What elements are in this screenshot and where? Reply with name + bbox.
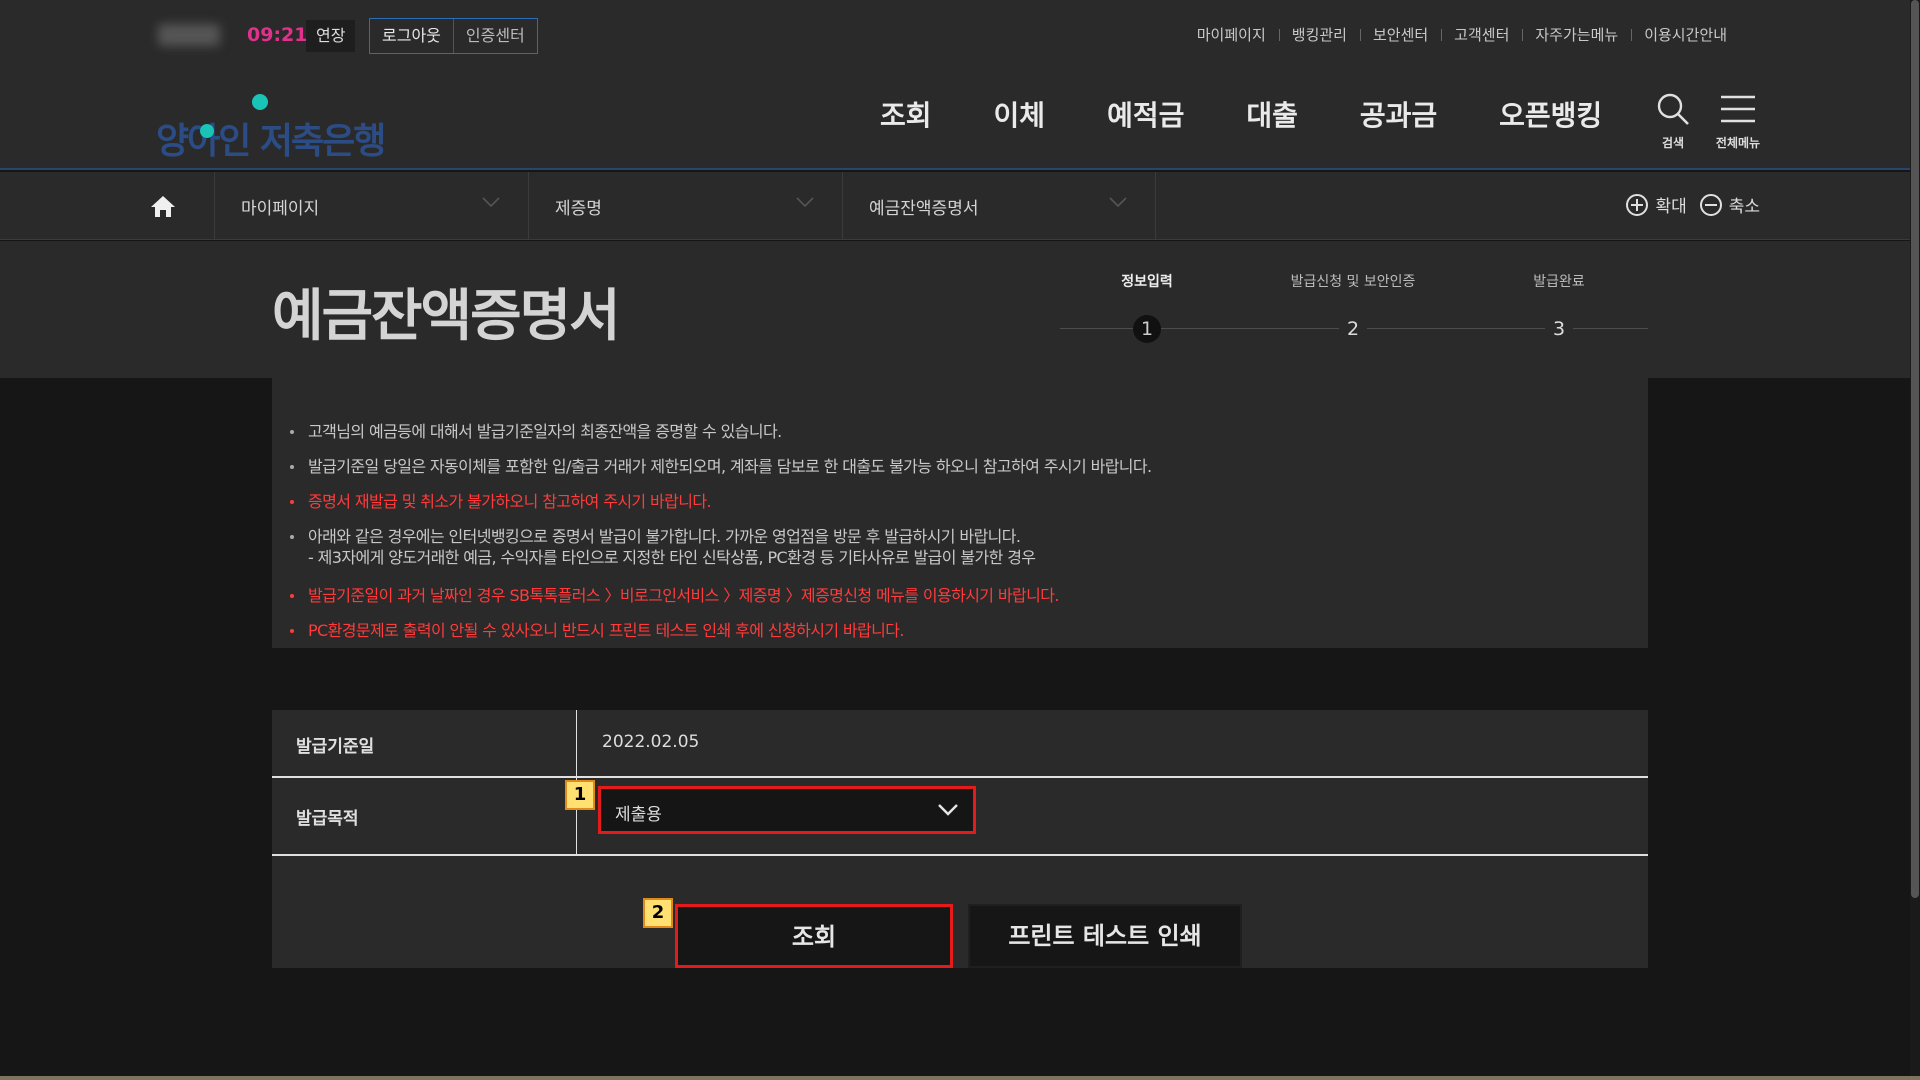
breadcrumb-label: 제증명 bbox=[555, 199, 602, 219]
util-link-hours[interactable]: 이용시간안내 bbox=[1631, 24, 1740, 45]
bank-logo[interactable]: 양아인 저축은행 bbox=[156, 92, 396, 162]
minus-circle-icon bbox=[1699, 193, 1722, 216]
hamburger-menu-icon bbox=[1721, 95, 1755, 123]
step-1: 정보입력 1 bbox=[1047, 271, 1247, 343]
title-area: 예금잔액증명서 정보입력 1 발급신청 및 보안인증 2 발급완료 3 bbox=[0, 241, 1910, 378]
util-link-security[interactable]: 보안센터 bbox=[1359, 24, 1441, 45]
home-icon[interactable] bbox=[150, 194, 176, 218]
notice-item: 아래와 같은 경우에는 인터넷뱅킹으로 증명서 발급이 불가합니다. 가까운 영… bbox=[290, 519, 1630, 568]
chevron-down-icon bbox=[796, 197, 814, 208]
breadcrumb: 마이페이지 제증명 예금잔액증명서 확대 축소 bbox=[0, 172, 1910, 240]
nav-inquiry[interactable]: 조회 bbox=[880, 70, 932, 170]
date-label: 발급기준일 bbox=[296, 737, 375, 757]
step-number: 1 bbox=[1133, 315, 1161, 343]
notice-text: 아래와 같은 경우에는 인터넷뱅킹으로 증명서 발급이 불가합니다. 가까운 영… bbox=[308, 527, 1021, 546]
step-label: 발급신청 및 보안인증 bbox=[1290, 274, 1416, 290]
session-timer: 09:21 bbox=[247, 24, 308, 46]
form-label-cell: 발급기준일 bbox=[272, 710, 577, 776]
zoom-in-button[interactable]: 확대 bbox=[1625, 192, 1687, 217]
step-label: 발급완료 bbox=[1533, 274, 1585, 290]
main-nav: 조회 이체 예적금 대출 공과금 오픈뱅킹 bbox=[880, 70, 1664, 170]
logo-text: 양아인 저축은행 bbox=[156, 121, 386, 162]
breadcrumb-certificate[interactable]: 제증명 bbox=[528, 172, 842, 240]
search-button[interactable]: 검색 bbox=[1643, 92, 1703, 151]
cert-center-link[interactable]: 인증센터 bbox=[452, 19, 537, 53]
breadcrumb-mypage[interactable]: 마이페이지 bbox=[214, 172, 528, 240]
header: 양아인 저축은행 조회 이체 예적금 대출 공과금 오픈뱅킹 검색 전체메뉴 bbox=[0, 70, 1910, 170]
chevron-down-icon bbox=[482, 197, 500, 208]
full-menu-button[interactable]: 전체메뉴 bbox=[1708, 92, 1768, 151]
nav-transfer[interactable]: 이체 bbox=[994, 70, 1046, 170]
page-title: 예금잔액증명서 bbox=[272, 284, 621, 349]
util-link-customer[interactable]: 고객센터 bbox=[1441, 24, 1522, 45]
util-link-favorites[interactable]: 자주가는메뉴 bbox=[1522, 24, 1631, 45]
step-3: 발급완료 3 bbox=[1459, 271, 1659, 343]
zoom-out-label: 축소 bbox=[1728, 197, 1760, 217]
utility-links: 마이페이지 뱅킹관리 보안센터 고객센터 자주가는메뉴 이용시간안내 bbox=[1184, 24, 1740, 45]
notice-item-warning: 발급기준일이 과거 날짜인 경우 SB톡톡플러스 〉비로그인서비스 〉제증명 〉… bbox=[290, 578, 1630, 613]
step-number: 3 bbox=[1545, 315, 1573, 343]
nav-utility-bills[interactable]: 공과금 bbox=[1360, 70, 1437, 170]
logout-button[interactable]: 로그아웃 bbox=[370, 19, 453, 53]
nav-open-banking[interactable]: 오픈뱅킹 bbox=[1499, 70, 1602, 170]
zoom-in-label: 확대 bbox=[1655, 197, 1687, 217]
notice-box: 고객님의 예금등에 대해서 발급기준일자의 최종잔액을 증명할 수 있습니다. … bbox=[272, 378, 1648, 648]
annotation-badge-2: 2 bbox=[643, 898, 673, 928]
util-link-mypage[interactable]: 마이페이지 bbox=[1184, 24, 1279, 45]
step-label: 정보입력 bbox=[1121, 274, 1173, 290]
purpose-selected-value: 제출용 bbox=[615, 805, 662, 825]
print-test-button[interactable]: 프린트 테스트 인쇄 bbox=[968, 904, 1242, 968]
breadcrumb-label: 예금잔액증명서 bbox=[869, 199, 979, 219]
util-link-banking[interactable]: 뱅킹관리 bbox=[1278, 24, 1360, 45]
search-icon bbox=[1657, 93, 1689, 125]
utility-bar: 09:21 연장 로그아웃 인증센터 마이페이지 뱅킹관리 보안센터 고객센터 … bbox=[0, 0, 1910, 70]
notice-item-warning: 증명서 재발급 및 취소가 불가하오니 참고하여 주시기 바랍니다. bbox=[290, 484, 1630, 519]
logo-dot bbox=[200, 124, 214, 138]
extend-session-button[interactable]: 연장 bbox=[306, 20, 356, 52]
plus-circle-icon bbox=[1626, 193, 1649, 216]
date-value: 2022.02.05 bbox=[602, 732, 700, 752]
logo-dot bbox=[252, 94, 268, 110]
scrollbar-thumb[interactable] bbox=[1911, 0, 1919, 898]
nav-deposit[interactable]: 예적금 bbox=[1107, 70, 1184, 170]
vertical-scrollbar[interactable] bbox=[1910, 0, 1920, 1080]
zoom-out-button[interactable]: 축소 bbox=[1699, 192, 1760, 217]
step-number: 2 bbox=[1339, 315, 1367, 343]
full-menu-label: 전체메뉴 bbox=[1715, 136, 1761, 150]
notice-item: 발급기준일 당일은 자동이체를 포함한 입/출금 거래가 제한되오며, 계좌를 … bbox=[290, 449, 1630, 484]
purpose-label: 발급목적 bbox=[296, 809, 359, 829]
step-2: 발급신청 및 보안인증 2 bbox=[1253, 271, 1453, 343]
purpose-select[interactable]: 제출용 bbox=[598, 786, 976, 834]
user-name-blurred bbox=[158, 24, 220, 46]
notice-subtext: - 제3자에게 양도거래한 예금, 수익자를 타인으로 지정한 타인 신탁상품,… bbox=[308, 548, 1036, 567]
notice-item-warning: PC환경문제로 출력이 안될 수 있사오니 반드시 프린트 테스트 인쇄 후에 … bbox=[290, 613, 1630, 648]
notice-item: 고객님의 예금등에 대해서 발급기준일자의 최종잔액을 증명할 수 있습니다. bbox=[290, 414, 1630, 449]
breadcrumb-balance-certificate[interactable]: 예금잔액증명서 bbox=[842, 172, 1156, 240]
form-label-cell: 발급목적 bbox=[272, 778, 577, 854]
zoom-controls: 확대 축소 bbox=[1613, 192, 1760, 217]
search-label: 검색 bbox=[1661, 136, 1685, 150]
form-row-date: 발급기준일 2022.02.05 bbox=[272, 710, 1648, 778]
breadcrumb-label: 마이페이지 bbox=[241, 199, 320, 219]
annotation-badge-1: 1 bbox=[565, 780, 595, 810]
bottom-edge bbox=[0, 1076, 1920, 1080]
nav-loan[interactable]: 대출 bbox=[1246, 70, 1298, 170]
search-submit-button[interactable]: 조회 bbox=[675, 904, 953, 968]
chevron-down-icon bbox=[1109, 197, 1127, 208]
certificate-form: 발급기준일 2022.02.05 발급목적 제출용 1 2 조회 프린트 테스트… bbox=[272, 710, 1648, 968]
auth-box: 로그아웃 인증센터 bbox=[369, 18, 538, 54]
chevron-down-icon bbox=[938, 804, 958, 816]
